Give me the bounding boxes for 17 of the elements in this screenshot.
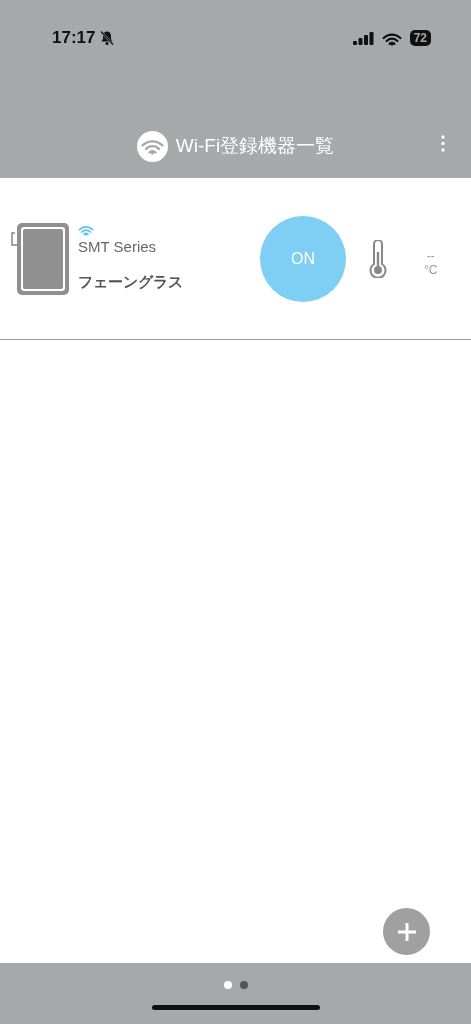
thermometer-icon [368, 239, 388, 278]
device-name: フェーングラス [78, 271, 184, 292]
temperature-value: -- [426, 250, 435, 264]
plus-icon [397, 922, 416, 941]
add-button[interactable] [383, 908, 430, 955]
clock-time: 17:17 [52, 27, 96, 50]
screen-title: Wi-Fi登録機器一覧 [175, 133, 335, 158]
device-model: SMT Series [78, 237, 158, 257]
device-row[interactable]: SMT Series フェーングラス ON -- °C [0, 178, 471, 340]
battery-icon: 72 [409, 30, 431, 46]
more-menu-icon[interactable] [441, 135, 445, 152]
wifi-icon [136, 130, 168, 162]
temperature-unit: °C [424, 263, 438, 277]
page-dot[interactable] [223, 981, 232, 989]
muted-bell-icon [99, 30, 116, 46]
page-dot[interactable] [239, 981, 248, 989]
signal-icon [352, 31, 374, 45]
